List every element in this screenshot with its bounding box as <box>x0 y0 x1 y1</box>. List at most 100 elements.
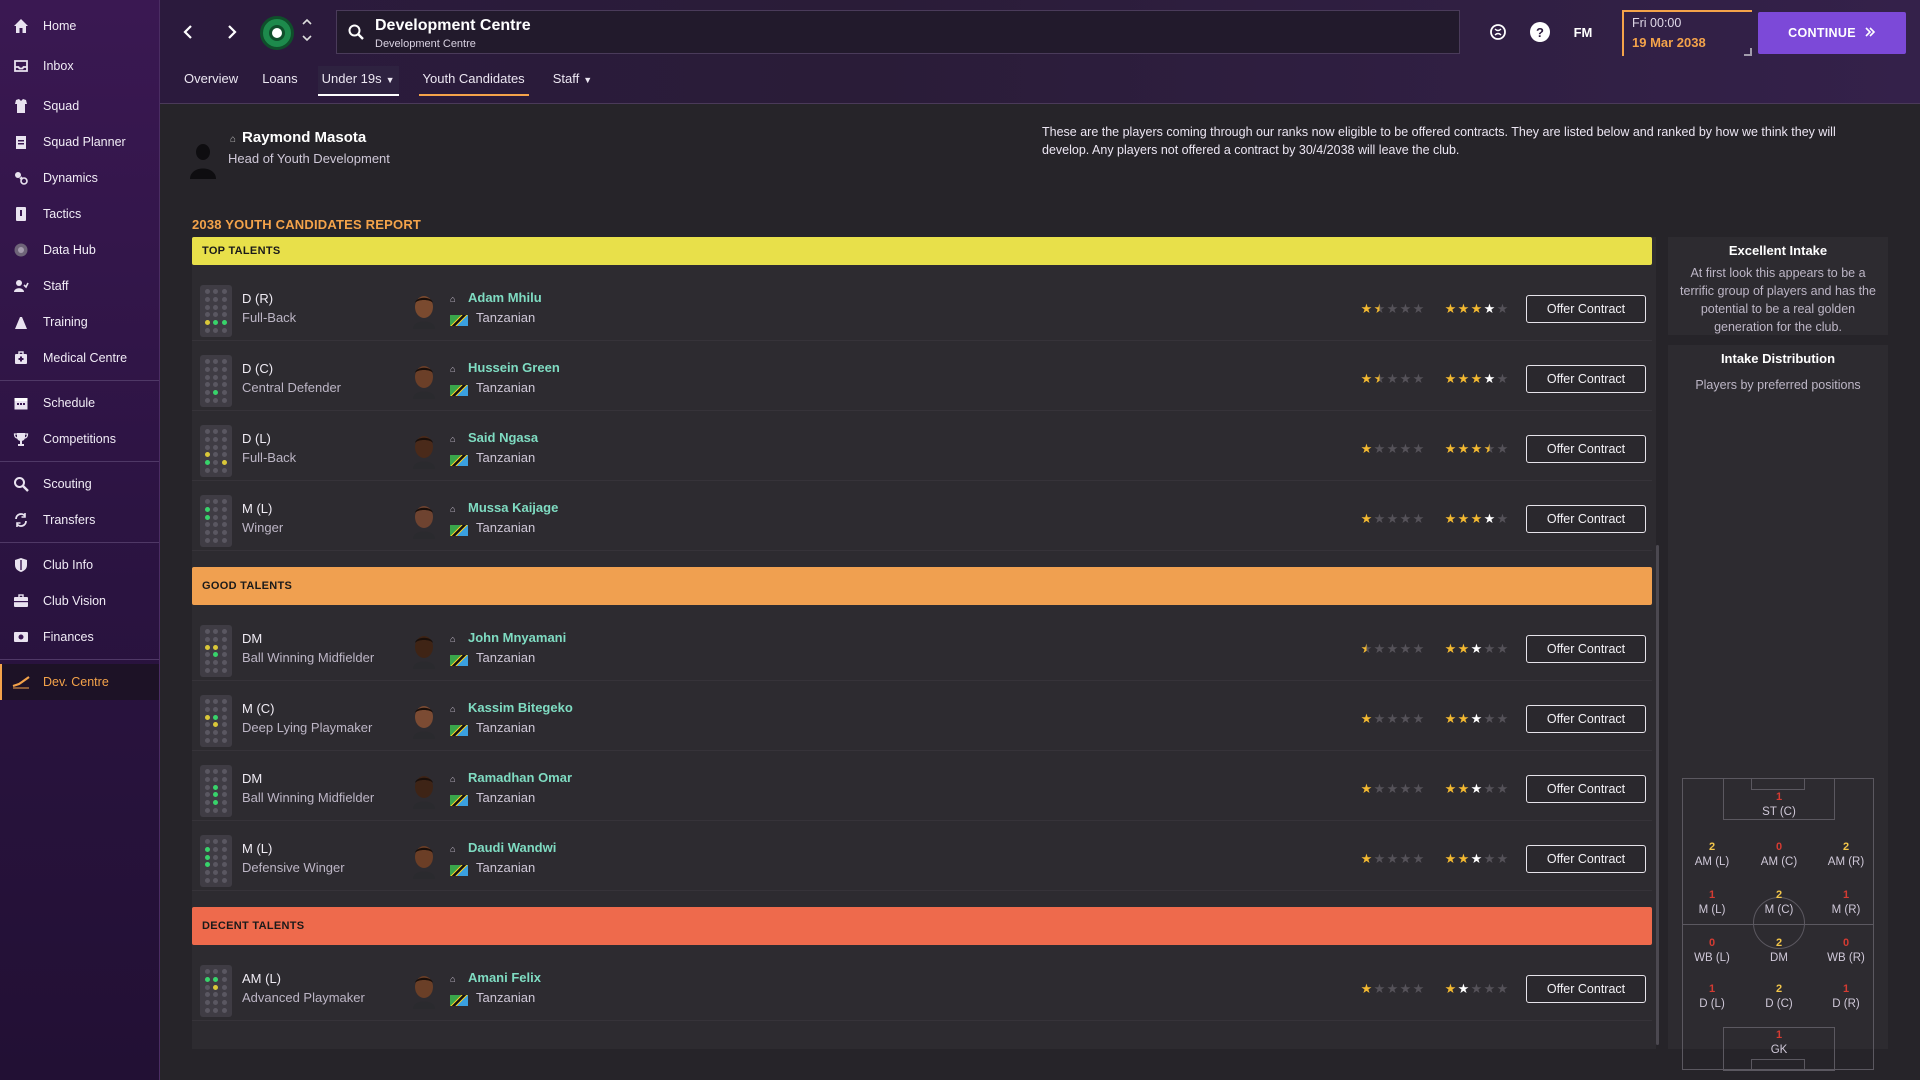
pitch-position[interactable]: 1 D (R) <box>1821 983 1871 1011</box>
tanzania-flag-icon <box>450 655 468 666</box>
sidebar-item-squad-planner[interactable]: Squad Planner <box>0 124 159 160</box>
pitch-position[interactable]: 2 DM <box>1754 937 1804 965</box>
back-button[interactable] <box>174 18 202 46</box>
sidebar-item-inbox[interactable]: Inbox <box>0 48 159 84</box>
pitch-position[interactable]: 2 D (C) <box>1754 983 1804 1011</box>
sidebar-item-club-vision[interactable]: Club Vision <box>0 583 159 619</box>
tab-staff[interactable]: Staff ▼ <box>553 66 592 96</box>
sidebar-item-finances[interactable]: Finances <box>0 619 159 655</box>
sidebar-item-club-info[interactable]: Club Info <box>0 547 159 583</box>
sidebar-item-competitions[interactable]: Competitions <box>0 421 159 457</box>
sidebar-item-data-hub[interactable]: Data Hub <box>0 232 159 268</box>
section-header: TOP TALENTS <box>192 237 1652 265</box>
pitch-position[interactable]: 1 M (R) <box>1821 889 1871 917</box>
player-name-link[interactable]: Ramadhan Omar <box>468 770 572 785</box>
position-count: 2 <box>1708 841 1716 853</box>
assistant-button[interactable] <box>1488 22 1508 42</box>
player-name-link[interactable]: Mussa Kaijage <box>468 500 558 515</box>
tab-overview[interactable]: Overview <box>184 66 238 96</box>
pitch-position[interactable]: 1 GK <box>1754 1029 1804 1057</box>
help-icon: ? <box>1536 24 1544 40</box>
help-button[interactable]: ? <box>1530 22 1550 42</box>
offer-contract-button[interactable]: Offer Contract <box>1526 705 1646 733</box>
sidebar-item-training[interactable]: Training <box>0 304 159 340</box>
player-row[interactable]: D (C) Central Defender ⌂ Hussein Green Tanza… <box>192 347 1652 411</box>
player-name-link[interactable]: Kassim Bitegeko <box>468 700 573 715</box>
player-row[interactable]: AM (L) Advanced Playmaker ⌂ Amani Felix Tanz… <box>192 957 1652 1021</box>
pitch-marking <box>1751 1059 1805 1071</box>
player-row[interactable]: M (C) Deep Lying Playmaker ⌂ Kassim Bitegek… <box>192 687 1652 751</box>
player-row[interactable]: D (R) Full-Back ⌂ Adam Mhilu Tanzanian ★ ★ ★ ★ ★ ★… <box>192 277 1652 341</box>
sidebar-item-scouting[interactable]: Scouting <box>0 466 159 502</box>
player-name-link[interactable]: Adam Mhilu <box>468 290 542 305</box>
page-title: Development Centre <box>375 17 531 34</box>
sidebar-item-medical[interactable]: Medical Centre <box>0 340 159 376</box>
offer-contract-button[interactable]: Offer Contract <box>1526 775 1646 803</box>
continue-button[interactable]: CONTINUE <box>1758 12 1906 54</box>
tab-youth-candidates[interactable]: Youth Candidates <box>418 66 529 96</box>
player-row[interactable]: DM Ball Winning Midfielder ⌂ Ramadhan Omar T… <box>192 757 1652 821</box>
star-icon: ★ <box>1483 511 1496 526</box>
star-icon: ★ <box>1470 301 1483 316</box>
offer-contract-button[interactable]: Offer Contract <box>1526 845 1646 873</box>
potential-ability-stars: ★ ★ ★ ★ ★ <box>1444 782 1509 796</box>
player-name-link[interactable]: Said Ngasa <box>468 430 538 445</box>
star-icon: ★ <box>1496 711 1509 726</box>
intro-text: These are the players coming through our… <box>1042 125 1836 157</box>
player-row[interactable]: M (L) Defensive Winger ⌂ Daudi Wandwi Tanzan… <box>192 827 1652 891</box>
player-name-link[interactable]: Daudi Wandwi <box>468 840 556 855</box>
current-ability-stars: ★ ★ ★ ★ ★ <box>1360 642 1425 656</box>
pitch-position[interactable]: 1 ST (C) <box>1754 791 1804 819</box>
star-icon: ★ <box>1470 641 1483 656</box>
player-row[interactable]: DM Ball Winning Midfielder ⌂ John Mnyamani T… <box>192 617 1652 681</box>
sidebar-item-dynamics[interactable]: Dynamics <box>0 160 159 196</box>
tab-loans[interactable]: Loans <box>262 66 297 96</box>
head-of-youth-name[interactable]: ⌂ Raymond Masota <box>230 129 366 146</box>
star-icon: ★ <box>1360 711 1373 726</box>
player-nationality: Tanzanian <box>476 310 536 325</box>
sidebar-item-transfers[interactable]: Transfers <box>0 502 159 538</box>
position-label: ST (C) <box>1762 806 1796 818</box>
star-icon: ★ <box>1470 511 1483 526</box>
pitch-position[interactable]: 1 D (L) <box>1687 983 1737 1011</box>
club-switch-arrows[interactable] <box>302 16 312 48</box>
player-name-link[interactable]: John Mnyamani <box>468 630 566 645</box>
pitch-position[interactable]: 0 WB (R) <box>1821 937 1871 965</box>
player-row[interactable]: D (L) Full-Back ⌂ Said Ngasa Tanzanian ★ ★ ★ ★ ★ ★… <box>192 417 1652 481</box>
sidebar-item-home[interactable]: Home <box>0 8 159 44</box>
sidebar-item-dev-centre[interactable]: Dev. Centre <box>0 664 159 700</box>
star-icon: ★ <box>1399 781 1412 796</box>
player-role: Ball Winning Midfielder <box>242 790 375 805</box>
pitch-position[interactable]: 2 AM (L) <box>1687 841 1737 869</box>
club-badge-button[interactable] <box>260 16 294 50</box>
player-name-link[interactable]: Hussein Green <box>468 360 560 375</box>
sidebar-item-tactics[interactable]: Tactics <box>0 196 159 232</box>
tab-under-19s[interactable]: Under 19s ▼ <box>317 66 399 96</box>
current-ability-stars: ★ ★ ★ ★ ★ <box>1360 442 1425 456</box>
sidebar-item-schedule[interactable]: Schedule <box>0 385 159 421</box>
forward-button[interactable] <box>218 18 246 46</box>
pitch-position[interactable]: 1 M (L) <box>1687 889 1737 917</box>
fm-menu-button[interactable]: FM <box>1570 22 1596 42</box>
chevron-right-icon <box>228 25 237 39</box>
scrollbar[interactable] <box>1656 545 1659 1045</box>
offer-contract-button[interactable]: Offer Contract <box>1526 505 1646 533</box>
star-icon: ★ <box>1444 711 1457 726</box>
offer-contract-button[interactable]: Offer Contract <box>1526 365 1646 393</box>
pitch-position[interactable]: 0 AM (C) <box>1754 841 1804 869</box>
player-row[interactable]: M (L) Winger ⌂ Mussa Kaijage Tanzanian ★ ★ ★ ★ ★ ★… <box>192 487 1652 551</box>
offer-contract-button[interactable]: Offer Contract <box>1526 635 1646 663</box>
offer-contract-button[interactable]: Offer Contract <box>1526 975 1646 1003</box>
potential-ability-stars: ★ ★ ★ ★ ★ <box>1444 642 1509 656</box>
offer-contract-button[interactable]: Offer Contract <box>1526 295 1646 323</box>
pitch-position[interactable]: 0 WB (L) <box>1687 937 1737 965</box>
position-count: 1 <box>1708 983 1716 995</box>
sidebar-item-squad[interactable]: Squad <box>0 88 159 124</box>
player-name-link[interactable]: Amani Felix <box>468 970 541 985</box>
offer-contract-button[interactable]: Offer Contract <box>1526 435 1646 463</box>
pitch-position[interactable]: 2 AM (R) <box>1821 841 1871 869</box>
sidebar-item-staff[interactable]: Staff <box>0 268 159 304</box>
player-nationality: Tanzanian <box>476 520 536 535</box>
pitch-position[interactable]: 2 M (C) <box>1754 889 1804 917</box>
search-box[interactable]: Development Centre Development Centre <box>336 10 1460 54</box>
